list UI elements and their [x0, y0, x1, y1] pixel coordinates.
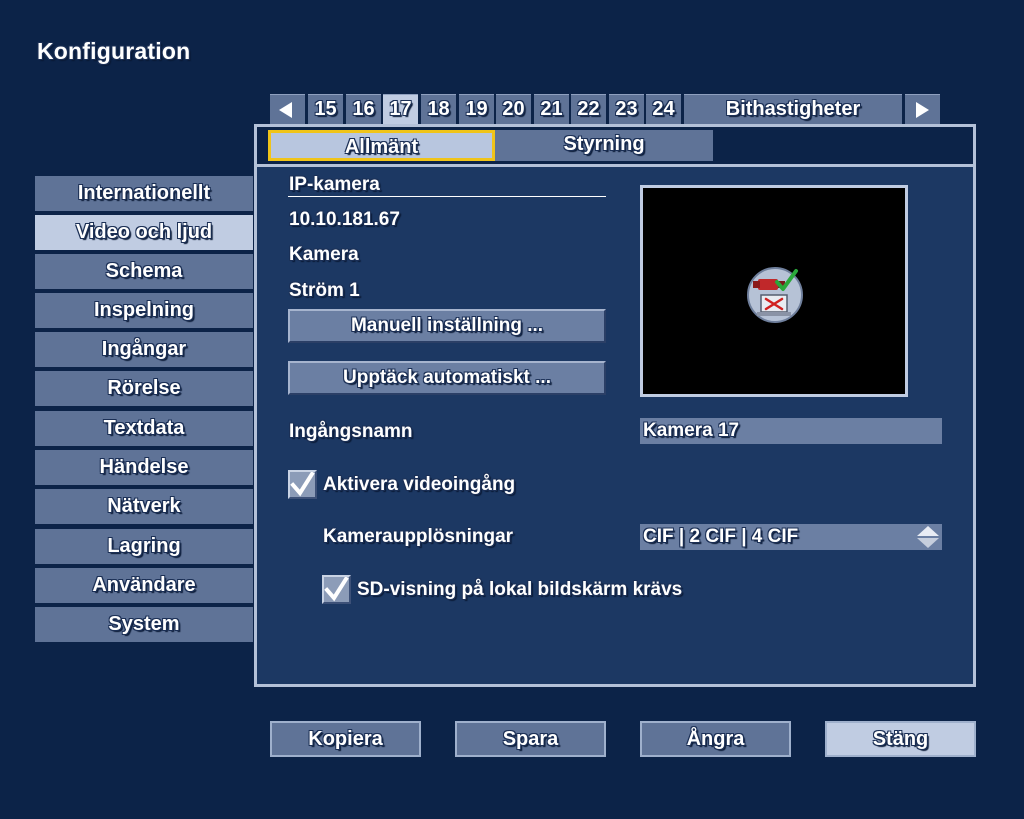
sd-view-checkbox[interactable]: [322, 575, 351, 604]
input-name-label: Ingångsnamn: [289, 421, 413, 442]
prev-page-button[interactable]: [270, 94, 305, 124]
page-tab-23[interactable]: 23: [609, 94, 644, 124]
sidebar-item-text-data[interactable]: Textdata: [35, 411, 253, 446]
page-tab-24[interactable]: 24: [646, 94, 681, 124]
page-title: Konfiguration: [37, 38, 191, 64]
tab-control[interactable]: Styrning: [495, 130, 713, 161]
camera-preview: [640, 185, 908, 397]
arrow-left-icon: [279, 102, 292, 118]
sidebar-item-network[interactable]: Nätverk: [35, 489, 253, 524]
camera-ip-address: 10.10.181.67: [289, 209, 400, 230]
sidebar-item-users[interactable]: Användare: [35, 568, 253, 603]
sd-view-label: SD-visning på lokal bildskärm krävs: [357, 579, 683, 600]
copy-button[interactable]: Kopiera: [270, 721, 421, 757]
page-tab-15[interactable]: 15: [308, 94, 343, 124]
input-name-field[interactable]: Kamera 17: [640, 418, 942, 444]
sidebar-item-system[interactable]: System: [35, 607, 253, 642]
sidebar-item-video-audio[interactable]: Video och ljud: [35, 215, 253, 250]
sidebar-item-motion[interactable]: Rörelse: [35, 371, 253, 406]
settings-panel: Allmänt Styrning IP-kamera 10.10.181.67 …: [254, 124, 976, 687]
page-tab-16[interactable]: 16: [346, 94, 381, 124]
camera-status-icon: [747, 267, 803, 323]
camera-type: Kamera: [289, 244, 359, 265]
sidebar-item-event[interactable]: Händelse: [35, 450, 253, 485]
camera-resolutions-select[interactable]: CIF | 2 CIF | 4 CIF: [640, 524, 942, 550]
sidebar-item-international[interactable]: Internationellt: [35, 176, 253, 211]
tab-general[interactable]: Allmänt: [268, 130, 495, 161]
page-tab-20[interactable]: 20: [496, 94, 531, 124]
sidebar-item-schedule[interactable]: Schema: [35, 254, 253, 289]
page-tab-18[interactable]: 18: [421, 94, 456, 124]
tab-bitrates[interactable]: Bithastigheter: [684, 94, 902, 124]
enable-video-checkbox[interactable]: [288, 470, 317, 499]
page-tab-21[interactable]: 21: [534, 94, 569, 124]
arrow-right-icon: [916, 102, 929, 118]
checkmark-icon: [324, 577, 349, 602]
page-tab-22[interactable]: 22: [571, 94, 606, 124]
manual-setup-button[interactable]: Manuell inställning ...: [288, 309, 606, 343]
enable-video-label: Aktivera videoingång: [323, 474, 516, 495]
save-button[interactable]: Spara: [455, 721, 606, 757]
page-tab-17[interactable]: 17: [383, 94, 418, 124]
auto-detect-button[interactable]: Upptäck automatiskt ...: [288, 361, 606, 395]
camera-stream: Ström 1: [289, 280, 360, 301]
subtab-bar: Allmänt Styrning: [257, 127, 973, 167]
next-page-button[interactable]: [905, 94, 940, 124]
camera-resolutions-value: CIF | 2 CIF | 4 CIF: [643, 526, 799, 547]
spinner-updown-icon[interactable]: [916, 525, 940, 549]
sidebar-item-inputs[interactable]: Ingångar: [35, 332, 253, 367]
sidebar-item-storage[interactable]: Lagring: [35, 529, 253, 564]
sidebar-item-recording[interactable]: Inspelning: [35, 293, 253, 328]
page-tab-19[interactable]: 19: [459, 94, 494, 124]
camera-resolutions-label: Kameraupplösningar: [323, 526, 514, 547]
checkmark-icon: [290, 472, 315, 497]
undo-button[interactable]: Ångra: [640, 721, 791, 757]
heading-underline: [288, 196, 606, 197]
close-button[interactable]: Stäng: [825, 721, 976, 757]
ip-camera-heading: IP-kamera: [289, 174, 380, 195]
